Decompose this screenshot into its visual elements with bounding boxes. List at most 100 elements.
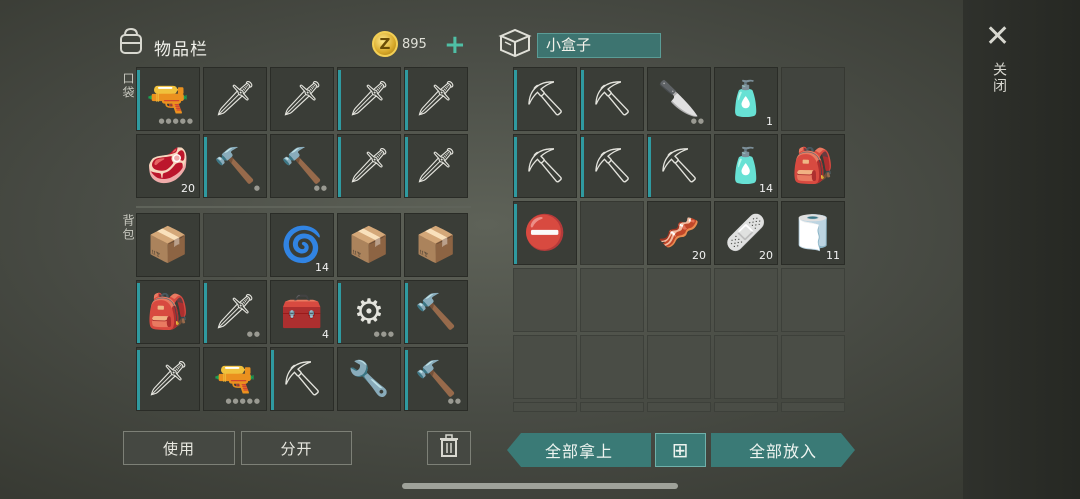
backpack-slot-medkit-bag[interactable]: 🧰 4	[270, 280, 334, 344]
supply-crate-icon: 📦	[146, 225, 190, 265]
pistol-icon: 🔫	[213, 359, 257, 399]
item-quantity: 20	[181, 182, 195, 195]
pocket-slot-machete[interactable]: 🗡	[270, 67, 334, 131]
water-bottle-icon: 🧴	[724, 146, 768, 186]
trash-icon	[439, 434, 459, 462]
backpack-slot-shovel[interactable]: 🔧	[337, 347, 401, 411]
crowbar-icon: 🔨	[213, 146, 257, 186]
machete-icon: 🗡	[347, 79, 391, 119]
container-slot-hammer[interactable]: ⛏	[647, 134, 711, 198]
backpack-slot-military-backpack[interactable]: 🎒	[136, 280, 200, 344]
container-slot-water-bottle[interactable]: 🧴 1	[714, 67, 778, 131]
container-slot-empty[interactable]	[714, 402, 778, 412]
backpack-label: 背包	[121, 214, 135, 242]
hammer-icon: ⛏	[590, 79, 634, 119]
container-slot-empty[interactable]	[781, 335, 845, 399]
pocket-slot-machete[interactable]: 🗡	[337, 134, 401, 198]
durability-bar	[405, 137, 408, 197]
backpack-slot-crowbar[interactable]: 🔨 ●●	[404, 347, 468, 411]
pocket-slot-machete[interactable]: 🗡	[203, 67, 267, 131]
container-slot-empty[interactable]	[580, 335, 644, 399]
machete-icon: 🗡	[347, 146, 391, 186]
container-slot-empty[interactable]	[580, 201, 644, 265]
container-slot-empty[interactable]	[781, 268, 845, 332]
trash-button[interactable]	[427, 431, 471, 465]
container-slot-hammer[interactable]: ⛏	[513, 67, 577, 131]
backpack-slot-spiked-club[interactable]: ⚙ ●●●	[337, 280, 401, 344]
cleaver-icon: 🔪	[657, 79, 701, 119]
container-slot-empty[interactable]	[714, 268, 778, 332]
item-quantity: 20	[759, 249, 773, 262]
backpack-slot-machete[interactable]: 🗡	[136, 347, 200, 411]
pickaxe-icon: ⛏	[590, 146, 634, 186]
container-slot-cleaver[interactable]: 🔪 ●●	[647, 67, 711, 131]
pocket-slot-machete[interactable]: 🗡	[404, 67, 468, 131]
pockets-label: 口袋	[121, 72, 135, 100]
grid-toggle-button[interactable]: ⊞	[655, 433, 706, 467]
raw-meat-strips-icon: 🥓	[657, 213, 701, 253]
container-slot-empty[interactable]	[580, 268, 644, 332]
container-slot-pickaxe[interactable]: ⛏	[580, 134, 644, 198]
home-indicator[interactable]	[402, 483, 678, 489]
container-slot-empty[interactable]	[647, 402, 711, 412]
container-slot-empty[interactable]	[513, 268, 577, 332]
container-slot-empty[interactable]	[580, 402, 644, 412]
container-slot-empty[interactable]	[513, 402, 577, 412]
pocket-slot-rifle[interactable]: 🔫 ●●●●●	[136, 67, 200, 131]
put-all-button[interactable]: 全部放入	[711, 433, 855, 467]
container-slot-pickaxe[interactable]: ⛏	[513, 134, 577, 198]
add-coins-button[interactable]: +	[444, 32, 466, 58]
close-label[interactable]: 关闭	[989, 62, 1009, 94]
spring-icon: 🌀	[280, 225, 324, 265]
container-slot-hammer[interactable]: ⛏	[580, 67, 644, 131]
container-slot-empty[interactable]	[647, 268, 711, 332]
container-slot-stop-sign[interactable]: ⛔	[513, 201, 577, 265]
close-panel	[963, 0, 1080, 499]
backpack-slot-pistol[interactable]: 🔫 ●●●●●	[203, 347, 267, 411]
container-slot-empty[interactable]	[781, 402, 845, 412]
pocket-slot-machete[interactable]: 🗡	[404, 134, 468, 198]
container-slot-empty[interactable]	[513, 335, 577, 399]
backpack-slot-supply-crate[interactable]: 📦	[136, 213, 200, 277]
use-button[interactable]: 使用	[123, 431, 235, 465]
military-backpack-icon: 🎒	[146, 292, 190, 332]
coin-icon: Z	[372, 31, 398, 57]
backpack-slot-hammer[interactable]: ⛏	[270, 347, 334, 411]
backpack-slot-sledgehammer[interactable]: 🔨	[404, 280, 468, 344]
durability-bar	[648, 137, 651, 197]
split-button[interactable]: 分开	[241, 431, 352, 465]
item-quantity: 14	[759, 182, 773, 195]
container-slot-empty[interactable]	[714, 335, 778, 399]
supply-crate-icon: 📦	[414, 225, 458, 265]
backpack-slot-supply-crate[interactable]: 📦	[337, 213, 401, 277]
durability-bar	[137, 70, 140, 130]
quality-dots: ●●	[246, 330, 261, 338]
backpack-slot-machete[interactable]: 🗡 ●●	[203, 280, 267, 344]
take-all-button[interactable]: 全部拿上	[507, 433, 651, 467]
backpack-slot-supply-crate[interactable]: 📦	[404, 213, 468, 277]
durability-bar	[204, 283, 207, 343]
pocket-slot-crowbar[interactable]: 🔨 ●●	[270, 134, 334, 198]
container-slot-raw-meat-strips[interactable]: 🥓 20	[647, 201, 711, 265]
pocket-slot-machete[interactable]: 🗡	[337, 67, 401, 131]
durability-bar	[338, 283, 341, 343]
container-slot-water-bottle[interactable]: 🧴 14	[714, 134, 778, 198]
crowbar-icon: 🔨	[280, 146, 324, 186]
container-slot-bandage[interactable]: 🩹 20	[714, 201, 778, 265]
container-slot-empty[interactable]	[781, 67, 845, 131]
durability-bar	[405, 350, 408, 410]
cloth-icon: 🧻	[791, 213, 835, 253]
container-slot-empty[interactable]	[647, 335, 711, 399]
close-icon[interactable]: ✕	[985, 22, 1010, 52]
item-quantity: 4	[322, 328, 329, 341]
container-slot-backpack[interactable]: 🎒	[781, 134, 845, 198]
inventory-title: 物品栏	[154, 40, 208, 60]
container-slot-cloth[interactable]: 🧻 11	[781, 201, 845, 265]
pocket-slot-crowbar[interactable]: 🔨 ●	[203, 134, 267, 198]
supply-crate-icon: 📦	[347, 225, 391, 265]
durability-bar	[137, 350, 140, 410]
pocket-slot-raw-meat[interactable]: 🥩 20	[136, 134, 200, 198]
backpack-slot-spring[interactable]: 🌀 14	[270, 213, 334, 277]
durability-bar	[514, 70, 517, 130]
backpack-slot-empty[interactable]	[203, 213, 267, 277]
